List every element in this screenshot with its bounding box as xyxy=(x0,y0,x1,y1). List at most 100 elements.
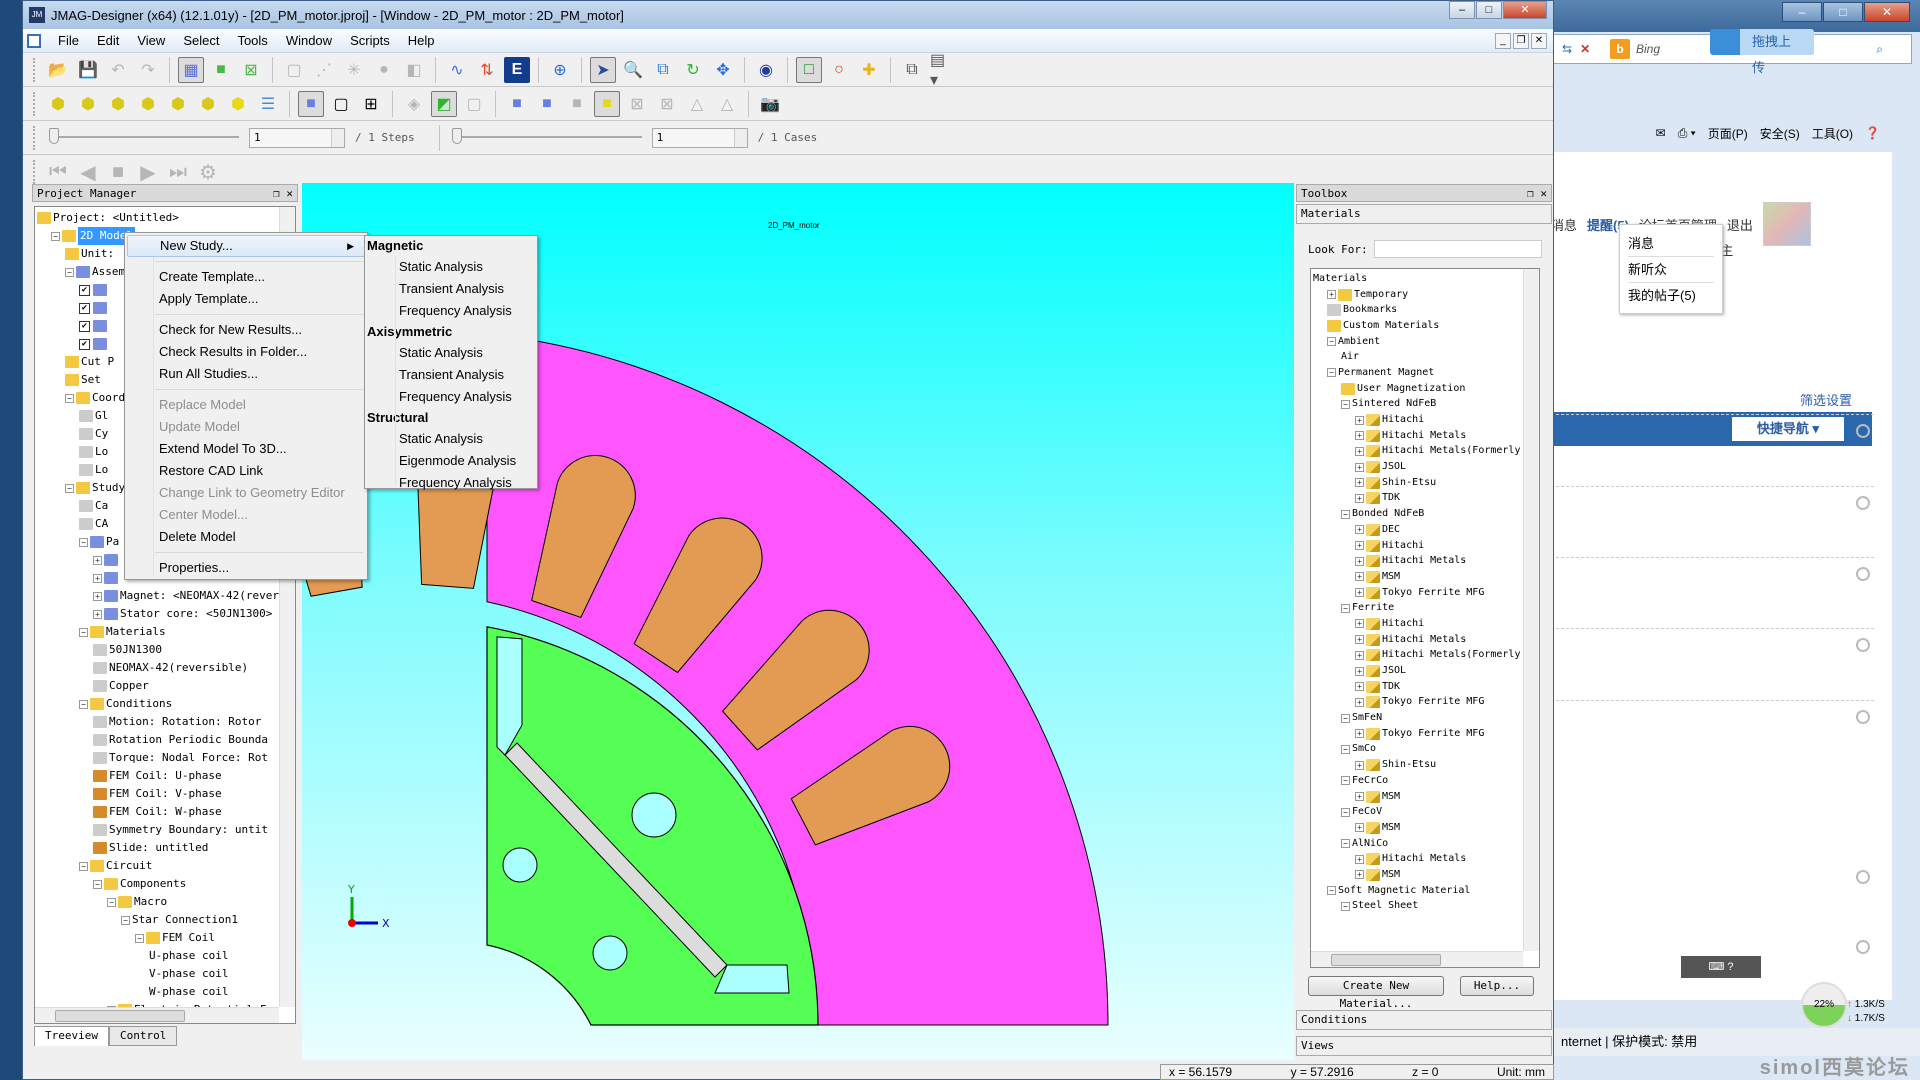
view-left-icon[interactable]: ⬢ xyxy=(105,91,131,117)
tree-node[interactable]: − FeCrCo xyxy=(1313,773,1520,789)
block-icon[interactable] xyxy=(1856,424,1870,438)
collapse-icon[interactable]: − xyxy=(93,879,102,889)
context-menu-item[interactable]: Create Template... xyxy=(127,266,365,288)
expand-icon[interactable]: + xyxy=(1355,870,1364,880)
view-right-icon[interactable]: ⬢ xyxy=(135,91,161,117)
tree-node[interactable]: − Star Connection1 xyxy=(37,911,279,929)
show-selection-icon[interactable]: ◩ xyxy=(431,90,457,117)
tree-node[interactable]: + TDK xyxy=(1313,491,1520,507)
vector-field-icon[interactable]: ⋰ xyxy=(311,57,337,83)
expand-icon[interactable]: + xyxy=(1355,462,1364,472)
collapse-icon[interactable]: − xyxy=(65,483,74,493)
menu-select[interactable]: Select xyxy=(174,30,228,52)
visibility-checkbox[interactable]: ✔ xyxy=(79,284,90,296)
conditions-section[interactable]: Conditions xyxy=(1296,1010,1552,1030)
fit-view-icon[interactable]: ⊕ xyxy=(547,57,573,83)
print-icon[interactable]: ⎙ ▾ xyxy=(1678,126,1696,141)
tree-node[interactable]: Rotation Periodic Bounda xyxy=(37,731,279,749)
cases-slider[interactable] xyxy=(451,127,642,148)
popup-item-listeners[interactable]: 新听众 xyxy=(1628,257,1714,283)
block-icon[interactable] xyxy=(1856,567,1870,581)
submenu-item[interactable]: Frequency Analysis xyxy=(365,300,537,322)
exchange-icon[interactable]: ⇅ xyxy=(474,57,500,83)
tree-node[interactable]: − Macro xyxy=(37,893,279,911)
nav-logout[interactable]: 退出 xyxy=(1727,215,1753,234)
view-front-icon[interactable]: ⬢ xyxy=(45,91,71,117)
tree-node[interactable]: + Hitachi xyxy=(1313,538,1520,554)
tree-node[interactable]: − Bonded NdFeB xyxy=(1313,506,1520,522)
visibility-checkbox[interactable]: ✔ xyxy=(79,320,90,332)
expand-icon[interactable]: + xyxy=(1327,290,1336,300)
toolbar-grip[interactable] xyxy=(33,91,37,116)
horizontal-scrollbar[interactable] xyxy=(35,1007,279,1023)
nav-messages[interactable]: 消息 xyxy=(1551,215,1577,234)
polygon-select-icon[interactable]: ✚ xyxy=(856,57,882,83)
context-menu-item[interactable]: New Study... ▶ xyxy=(127,235,365,257)
expand-icon[interactable]: + xyxy=(1355,572,1364,582)
context-menu-item[interactable]: Delete Model xyxy=(127,526,365,548)
circle-select-icon[interactable]: ○ xyxy=(826,57,852,83)
visibility-checkbox[interactable]: ✔ xyxy=(79,302,90,314)
tree-node[interactable]: + TDK xyxy=(1313,679,1520,695)
view-iso-icon[interactable]: ⬢ xyxy=(225,91,251,117)
last-frame-icon[interactable]: ⏭ xyxy=(165,159,191,185)
close-button[interactable]: ✕ xyxy=(1864,2,1910,22)
collapse-icon[interactable]: − xyxy=(65,393,74,403)
expand-icon[interactable]: + xyxy=(1355,446,1364,456)
submenu-item[interactable]: Transient Analysis xyxy=(365,278,537,300)
section-icon[interactable]: ◧ xyxy=(401,57,427,83)
menu-file[interactable]: File xyxy=(49,30,88,52)
submenu-item[interactable]: Static Analysis xyxy=(365,342,537,364)
tree-node[interactable]: − FEM Coil xyxy=(37,929,279,947)
pyramid-icon[interactable]: △ xyxy=(714,91,740,117)
menu-edit[interactable]: Edit xyxy=(88,30,128,52)
animation-settings-icon[interactable]: ⚙ xyxy=(195,159,221,185)
close-panel-icon[interactable]: ✕ xyxy=(286,187,293,200)
collapse-icon[interactable]: − xyxy=(1341,509,1350,519)
tree-node[interactable]: Bookmarks xyxy=(1313,302,1520,318)
tree-node[interactable]: + MSM xyxy=(1313,820,1520,836)
help-button[interactable]: Help... xyxy=(1460,976,1534,996)
tree-node[interactable]: NEOMAX-42(reversible) xyxy=(37,659,279,677)
toolbar-grip[interactable] xyxy=(33,160,37,184)
steps-spinbox[interactable]: 1 xyxy=(249,127,345,148)
expand-icon[interactable]: + xyxy=(1355,697,1364,707)
close-button[interactable]: ✕ xyxy=(1503,1,1547,19)
tree-node[interactable]: + Hitachi Metals(Formerly xyxy=(1313,648,1520,664)
expand-icon[interactable]: + xyxy=(1355,635,1364,645)
block-icon[interactable] xyxy=(1856,870,1870,884)
tree-node[interactable]: W-phase coil xyxy=(37,983,279,1001)
vertical-scrollbar[interactable] xyxy=(1523,269,1539,951)
search-box[interactable]: b Bing xyxy=(1610,35,1660,63)
face-select-icon[interactable]: ■ xyxy=(564,91,590,117)
block-icon[interactable] xyxy=(1856,638,1870,652)
context-menu-item[interactable]: Restore CAD Link xyxy=(127,460,365,482)
block-icon[interactable] xyxy=(1856,940,1870,954)
stop-icon[interactable]: ✕ xyxy=(1580,42,1590,56)
tree-node[interactable]: Torque: Nodal Force: Rot xyxy=(37,749,279,767)
horizontal-scrollbar[interactable] xyxy=(1311,951,1523,967)
tree-node[interactable]: + Temporary xyxy=(1313,287,1520,303)
float-icon[interactable]: ❐ xyxy=(1527,187,1534,200)
expand-icon[interactable]: + xyxy=(1355,760,1364,770)
search-icon[interactable]: ⌕ xyxy=(1876,42,1883,57)
expand-icon[interactable]: + xyxy=(93,609,102,619)
hidden-part-icon[interactable]: ▢ xyxy=(461,91,487,117)
menu-help[interactable]: Help xyxy=(399,30,444,52)
element-select-icon[interactable]: ⊠ xyxy=(624,91,650,117)
wireframe-icon[interactable]: ⊞ xyxy=(358,91,384,117)
tab-treeview[interactable]: Treeview xyxy=(34,1026,109,1046)
tree-node[interactable]: − Permanent Magnet xyxy=(1313,365,1520,381)
submenu-item[interactable]: Transient Analysis xyxy=(365,364,537,386)
expand-icon[interactable]: + xyxy=(93,591,102,601)
steps-slider[interactable] xyxy=(49,127,239,148)
menu-tools[interactable]: Tools xyxy=(228,30,276,52)
collapse-icon[interactable]: − xyxy=(1327,368,1336,378)
quick-nav-button[interactable]: 快捷导航 ▾ xyxy=(1732,417,1844,441)
save-icon[interactable]: 💾 xyxy=(75,57,101,83)
cylinder-icon[interactable]: ● xyxy=(371,57,397,83)
context-menu-item[interactable]: Properties... xyxy=(127,557,365,579)
tree-node[interactable]: Project: <Untitled> xyxy=(37,209,279,227)
submenu-item[interactable]: Static Analysis xyxy=(365,256,537,278)
drag-upload-button[interactable]: 拖拽上传 xyxy=(1710,29,1814,75)
